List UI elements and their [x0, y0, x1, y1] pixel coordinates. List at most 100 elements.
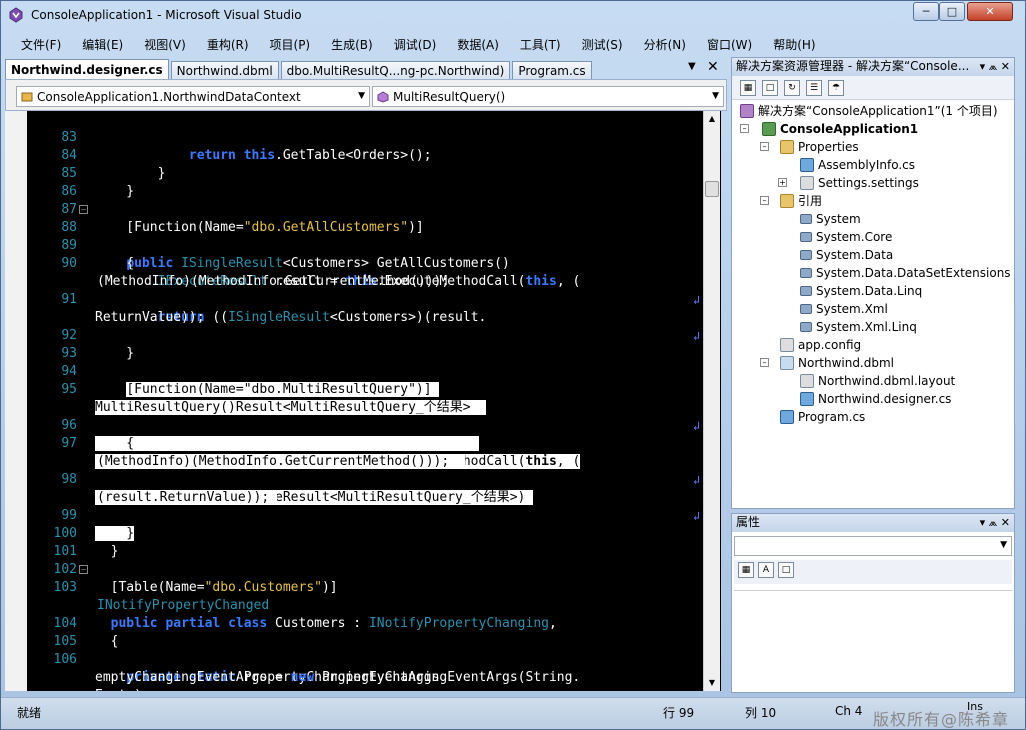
- menu-test[interactable]: 测试(S): [568, 36, 630, 53]
- class-combo-value: ConsoleApplication1.NorthwindDataContext: [37, 89, 301, 104]
- pin-icon[interactable]: ⩕: [989, 60, 998, 73]
- show-all-files-icon[interactable]: □: [762, 80, 778, 96]
- collapse-icon[interactable]: –: [79, 565, 88, 574]
- close-button[interactable]: ✕: [967, 2, 1013, 21]
- code-line: INotifyPropertyChanged: [97, 598, 270, 613]
- code-line: 83 return this.GetTable<Orders>();: [61, 130, 432, 163]
- panel-menu-icon[interactable]: ▾: [980, 60, 986, 73]
- collapse-icon[interactable]: –: [760, 196, 769, 205]
- code-line: 92 }: [61, 328, 135, 361]
- visual-studio-icon: [9, 7, 23, 23]
- tree-item-references[interactable]: 引用: [780, 192, 822, 210]
- menu-window[interactable]: 窗口(W): [693, 36, 759, 53]
- member-combo[interactable]: MultiResultQuery() ▼: [372, 86, 724, 107]
- collapse-icon[interactable]: –: [760, 358, 769, 367]
- collapse-icon[interactable]: –: [740, 124, 749, 133]
- scroll-down-icon[interactable]: ▼: [704, 675, 720, 691]
- properties-icon[interactable]: ▦: [740, 80, 756, 96]
- menu-build[interactable]: 生成(B): [317, 36, 380, 53]
- window-title: ConsoleApplication1 - Microsoft Visual S…: [31, 8, 302, 22]
- code-line: 88 – public ISingleResult<Customers> Get…: [61, 205, 510, 271]
- tree-item-northwind-dbml[interactable]: Northwind.dbml: [780, 354, 894, 372]
- menu-help[interactable]: 帮助(H): [759, 36, 822, 53]
- refresh-icon[interactable]: ↻: [784, 80, 800, 96]
- menu-analyze[interactable]: 分析(N): [630, 36, 693, 53]
- status-line: 行 99: [663, 706, 695, 720]
- menu-data[interactable]: 数据(A): [443, 36, 506, 53]
- code-line-selected: MultiResultQuery(): [95, 400, 236, 415]
- tree-item-ref-xml-linq[interactable]: System.Xml.Linq: [800, 318, 917, 336]
- editor-vertical-scrollbar[interactable]: ▲ ▼: [703, 111, 720, 691]
- collapse-icon[interactable]: –: [79, 205, 88, 214]
- pin-icon[interactable]: ⩕: [989, 516, 998, 529]
- code-line: 87 [Function(Name="dbo.GetAllCustomers")…: [61, 202, 424, 235]
- tree-item-ref-system[interactable]: System: [800, 210, 861, 228]
- member-combo-value: MultiResultQuery(): [393, 89, 506, 104]
- tree-item-properties[interactable]: Properties: [780, 138, 859, 156]
- folder-icon: [780, 194, 794, 208]
- code-editor[interactable]: 83 return this.GetTable<Orders>(); 84 } …: [5, 111, 721, 691]
- code-line: 102 [Table(Name="dbo.Customers")]: [53, 562, 338, 595]
- maximize-button[interactable]: □: [939, 2, 965, 21]
- class-diagram-icon[interactable]: ☂: [828, 80, 844, 96]
- view-code-icon[interactable]: ☰: [806, 80, 822, 96]
- tree-item-ref-system-core[interactable]: System.Core: [800, 228, 892, 246]
- tab-northwind-dbml[interactable]: Northwind.dbml: [170, 61, 279, 79]
- close-document-icon[interactable]: ✕: [707, 59, 719, 75]
- tree-item-ref-system-xml[interactable]: System.Xml: [800, 300, 888, 318]
- tree-item-program[interactable]: Program.cs: [780, 408, 865, 426]
- tree-project[interactable]: ConsoleApplication1: [762, 120, 918, 138]
- status-char: Ch 4: [835, 704, 863, 718]
- menu-refactor[interactable]: 重构(R): [193, 36, 256, 53]
- expand-icon[interactable]: +: [778, 178, 787, 187]
- code-line: 86: [61, 184, 77, 199]
- panel-menu-icon[interactable]: ▾: [980, 516, 986, 529]
- tree-item-ref-data-linq[interactable]: System.Data.Linq: [800, 282, 922, 300]
- collapse-icon[interactable]: –: [760, 142, 769, 151]
- menu-edit[interactable]: 编辑(E): [68, 36, 130, 53]
- tree-item-assemblyinfo[interactable]: AssemblyInfo.cs: [800, 156, 915, 174]
- property-pages-icon[interactable]: □: [778, 562, 794, 578]
- minimize-button[interactable]: ─: [913, 2, 939, 21]
- panel-close-icon[interactable]: ✕: [1001, 516, 1010, 529]
- tree-item-dbml-layout[interactable]: Northwind.dbml.layout: [800, 372, 955, 390]
- code-line: 89 {: [61, 238, 135, 271]
- menu-project[interactable]: 项目(P): [256, 36, 318, 53]
- code-line: 85 }: [61, 166, 135, 199]
- properties-toolbar: ▦ A □: [734, 560, 1012, 584]
- tab-northwind-designer[interactable]: Northwind.designer.cs: [5, 59, 169, 79]
- tab-list-dropdown-icon[interactable]: ▼: [688, 61, 696, 72]
- cs-file-icon: [800, 158, 814, 172]
- tree-item-app-config[interactable]: app.config: [780, 336, 861, 354]
- settings-file-icon: [800, 176, 814, 190]
- tree-item-ref-system-data[interactable]: System.Data: [800, 246, 893, 264]
- tree-item-northwind-designer[interactable]: Northwind.designer.cs: [800, 390, 951, 408]
- tree-item-ref-dataset-extensions[interactable]: System.Data.DataSetExtensions: [800, 264, 1011, 282]
- categorized-icon[interactable]: ▦: [738, 562, 754, 578]
- code-line: 101: [53, 544, 77, 559]
- document-tabs: Northwind.designer.cs Northwind.dbml dbo…: [5, 59, 594, 79]
- tab-multiresultquery[interactable]: dbo.MultiResultQ...ng-pc.Northwind): [280, 61, 511, 79]
- reference-icon: [800, 214, 812, 224]
- status-column: 列 10: [745, 706, 777, 720]
- code-line: 103 – public partial class Customers : I…: [53, 565, 557, 631]
- solution-explorer-header: 解决方案资源管理器 - 解决方案“Console... ▾ ⩕ ✕: [732, 58, 1014, 76]
- properties-object-combo[interactable]: ▼: [734, 536, 1012, 556]
- code-line-selected: (result.ReturnValue));: [97, 490, 278, 505]
- chevron-down-icon: ▼: [358, 91, 365, 101]
- code-line-selected: 96 {: [61, 418, 479, 451]
- menu-view[interactable]: 视图(V): [130, 36, 193, 53]
- class-combo[interactable]: ConsoleApplication1.NorthwindDataContext…: [16, 86, 370, 107]
- alphabetical-icon[interactable]: A: [758, 562, 774, 578]
- reference-icon: [800, 286, 812, 296]
- menu-tools[interactable]: 工具(T): [506, 36, 568, 53]
- menu-file[interactable]: 文件(F): [7, 36, 68, 53]
- panel-close-icon[interactable]: ✕: [1001, 60, 1010, 73]
- scroll-thumb[interactable]: [705, 181, 719, 197]
- tree-item-settings[interactable]: Settings.settings: [800, 174, 919, 192]
- menu-debug[interactable]: 调试(D): [380, 36, 444, 53]
- tree-solution[interactable]: 解决方案“ConsoleApplication1”(1 个项目): [740, 102, 998, 120]
- scroll-up-icon[interactable]: ▲: [704, 111, 720, 127]
- tab-program[interactable]: Program.cs: [512, 61, 592, 79]
- code-line: (MethodInfo)(MethodInfo.GetCurrentMethod…: [97, 274, 450, 289]
